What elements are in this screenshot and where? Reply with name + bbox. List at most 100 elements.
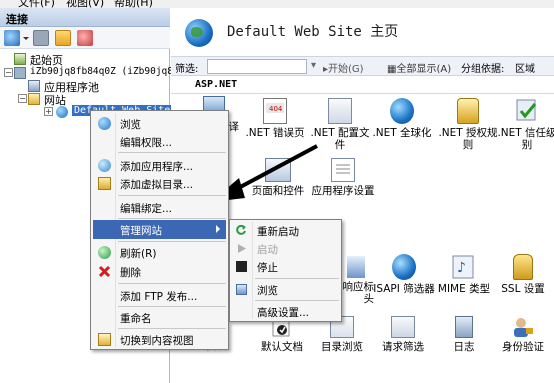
submenu-item-label: 高级设置... <box>257 307 310 319</box>
menu-item-add-application[interactable]: 添加应用程序... <box>93 156 226 175</box>
feature-label: .NET 全球化 <box>372 127 432 139</box>
submenu-item-advanced-settings[interactable]: 高级设置... <box>232 303 339 321</box>
connections-header: 连接 <box>0 8 170 27</box>
feature-item[interactable]: 日志 <box>432 316 496 353</box>
menu-item-label: 添加应用程序... <box>120 161 194 173</box>
config-file-icon <box>328 98 352 124</box>
site-globe-icon <box>185 19 213 47</box>
authentication-icon <box>511 316 535 338</box>
menu-item-refresh[interactable]: 刷新(R) <box>93 243 226 262</box>
feature-label: SSL 设置 <box>501 283 545 295</box>
connect-globe-icon[interactable] <box>4 30 20 46</box>
stop-icon <box>236 261 247 272</box>
menubar: 文件(F) 视图(V) 帮助(H) <box>0 0 554 8</box>
start-filter-button[interactable]: ▸开始(G) <box>323 60 364 75</box>
context-menu: 浏览 编辑权限... 添加应用程序... 添加虚拟目录... 编辑绑定... 管… <box>90 110 229 350</box>
feature-label: 默认文档 <box>261 341 303 353</box>
filter-dropdown-icon[interactable]: ▾ <box>311 60 316 71</box>
browse-page-icon <box>236 284 247 295</box>
show-all-button[interactable]: ▦全部显示(A) <box>387 60 451 75</box>
feature-label: 响应标头 <box>342 281 375 305</box>
ssl-lock-icon <box>513 254 533 280</box>
tree-server-label: iZb90jq8fb84q0Z (iZb90jq8f <box>30 66 179 77</box>
feature-item[interactable]: .NET 全球化 <box>370 98 434 139</box>
group-header-label: ASP.NET <box>195 79 238 90</box>
menu-item-label: 浏览 <box>120 119 141 131</box>
feature-item[interactable]: 身份验证 <box>492 316 554 353</box>
menu-item-label: 刷新(R) <box>120 248 157 260</box>
submenu-item-browse[interactable]: 浏览 <box>232 281 339 299</box>
menu-item-label: 添加 FTP 发布... <box>120 291 198 303</box>
feature-item[interactable]: 请求筛选 <box>371 316 435 353</box>
globalization-icon <box>390 98 414 124</box>
folder-up-icon[interactable] <box>55 30 71 46</box>
menu-item-edit-permissions[interactable]: 编辑权限... <box>93 132 226 151</box>
server-icon <box>14 67 26 79</box>
feature-label: 身份验证 <box>502 341 544 353</box>
feature-item[interactable]: 404 .NET 错误页 <box>243 98 307 139</box>
submenu-item-start: 启动 <box>232 240 339 258</box>
disconnect-icon[interactable] <box>77 30 93 46</box>
page-title: Default Web Site 主页 <box>227 24 399 40</box>
virtual-dir-icon <box>98 177 111 190</box>
feature-item[interactable]: 响应标头 <box>338 256 374 305</box>
app-settings-icon <box>331 158 355 182</box>
menu-view[interactable]: 视图(V) <box>66 0 104 8</box>
menu-separator <box>118 328 226 329</box>
menu-file[interactable]: 文件(F) <box>18 0 55 8</box>
submenu-item-restart[interactable]: 重新启动 <box>232 222 339 240</box>
filter-bar: 筛选: ▾ ▸开始(G) ▦全部显示(A) 分组依据: 区域 <box>171 56 554 76</box>
app-pool-icon <box>28 80 40 92</box>
submenu-item-label: 浏览 <box>257 285 278 297</box>
menu-separator <box>118 195 226 196</box>
request-filtering-icon <box>391 316 415 338</box>
menu-item-manage-site[interactable]: 管理网站 <box>93 220 226 239</box>
menu-item-label: 编辑绑定... <box>120 203 173 215</box>
feature-label: .NET 信任级别 <box>497 127 554 151</box>
feature-item[interactable]: SSL 设置 <box>493 254 553 295</box>
start-page-icon <box>14 53 26 65</box>
feature-label: .NET 授权规则 <box>438 127 498 151</box>
feature-label: MIME 类型 <box>437 283 491 295</box>
add-application-icon <box>98 159 111 172</box>
svg-text:404: 404 <box>269 105 283 113</box>
menu-item-label: 删除 <box>120 267 141 279</box>
submenu-arrow-icon <box>216 225 220 233</box>
content-view-icon <box>98 333 111 346</box>
feature-item[interactable]: .NET 信任级别 <box>497 98 554 151</box>
feature-item[interactable]: ♪ MIME 类型 <box>432 254 496 295</box>
feature-item[interactable]: ISAPI 筛选器 <box>372 254 436 295</box>
mime-types-icon: ♪ <box>451 254 477 280</box>
feature-item[interactable]: .NET 授权规则 <box>436 98 500 151</box>
menu-item-delete[interactable]: 删除 <box>93 262 226 281</box>
menu-item-switch-content-view[interactable]: 切换到内容视图 <box>93 330 226 349</box>
connect-dropdown-icon[interactable] <box>22 30 30 46</box>
menu-help[interactable]: 帮助(H) <box>114 0 153 8</box>
group-by-select[interactable]: 区域 <box>515 60 535 75</box>
menu-item-label: 重命名 <box>120 313 152 325</box>
show-all-label: 全部显示(A) <box>396 64 452 75</box>
tree-expander-default-site[interactable]: + <box>44 107 53 116</box>
tree-expander-sites[interactable]: − <box>18 94 27 103</box>
menu-item-label: 添加虚拟目录... <box>120 179 194 191</box>
menu-item-rename[interactable]: 重命名 <box>93 308 226 327</box>
submenu-item-stop[interactable]: 停止 <box>232 258 339 276</box>
submenu-item-label: 重新启动 <box>257 226 299 238</box>
filter-input[interactable] <box>207 59 307 74</box>
menu-separator <box>255 300 339 301</box>
connections-toolbar <box>0 27 170 49</box>
response-headers-icon <box>347 256 365 278</box>
menu-separator <box>118 218 226 219</box>
tree-expander-server[interactable]: − <box>4 68 13 77</box>
trust-level-icon <box>515 98 539 124</box>
logging-icon <box>455 316 473 338</box>
menu-item-add-virtual-dir[interactable]: 添加虚拟目录... <box>93 174 226 193</box>
svg-text:♪: ♪ <box>457 260 466 276</box>
save-icon[interactable] <box>33 30 49 46</box>
submenu-item-label: 启动 <box>257 244 278 256</box>
menu-item-browse[interactable]: 浏览 <box>93 114 226 133</box>
menu-separator <box>255 278 339 279</box>
isapi-filter-icon <box>392 254 416 280</box>
menu-item-edit-bindings[interactable]: 编辑绑定... <box>93 198 226 217</box>
menu-item-add-ftp[interactable]: 添加 FTP 发布... <box>93 286 226 305</box>
